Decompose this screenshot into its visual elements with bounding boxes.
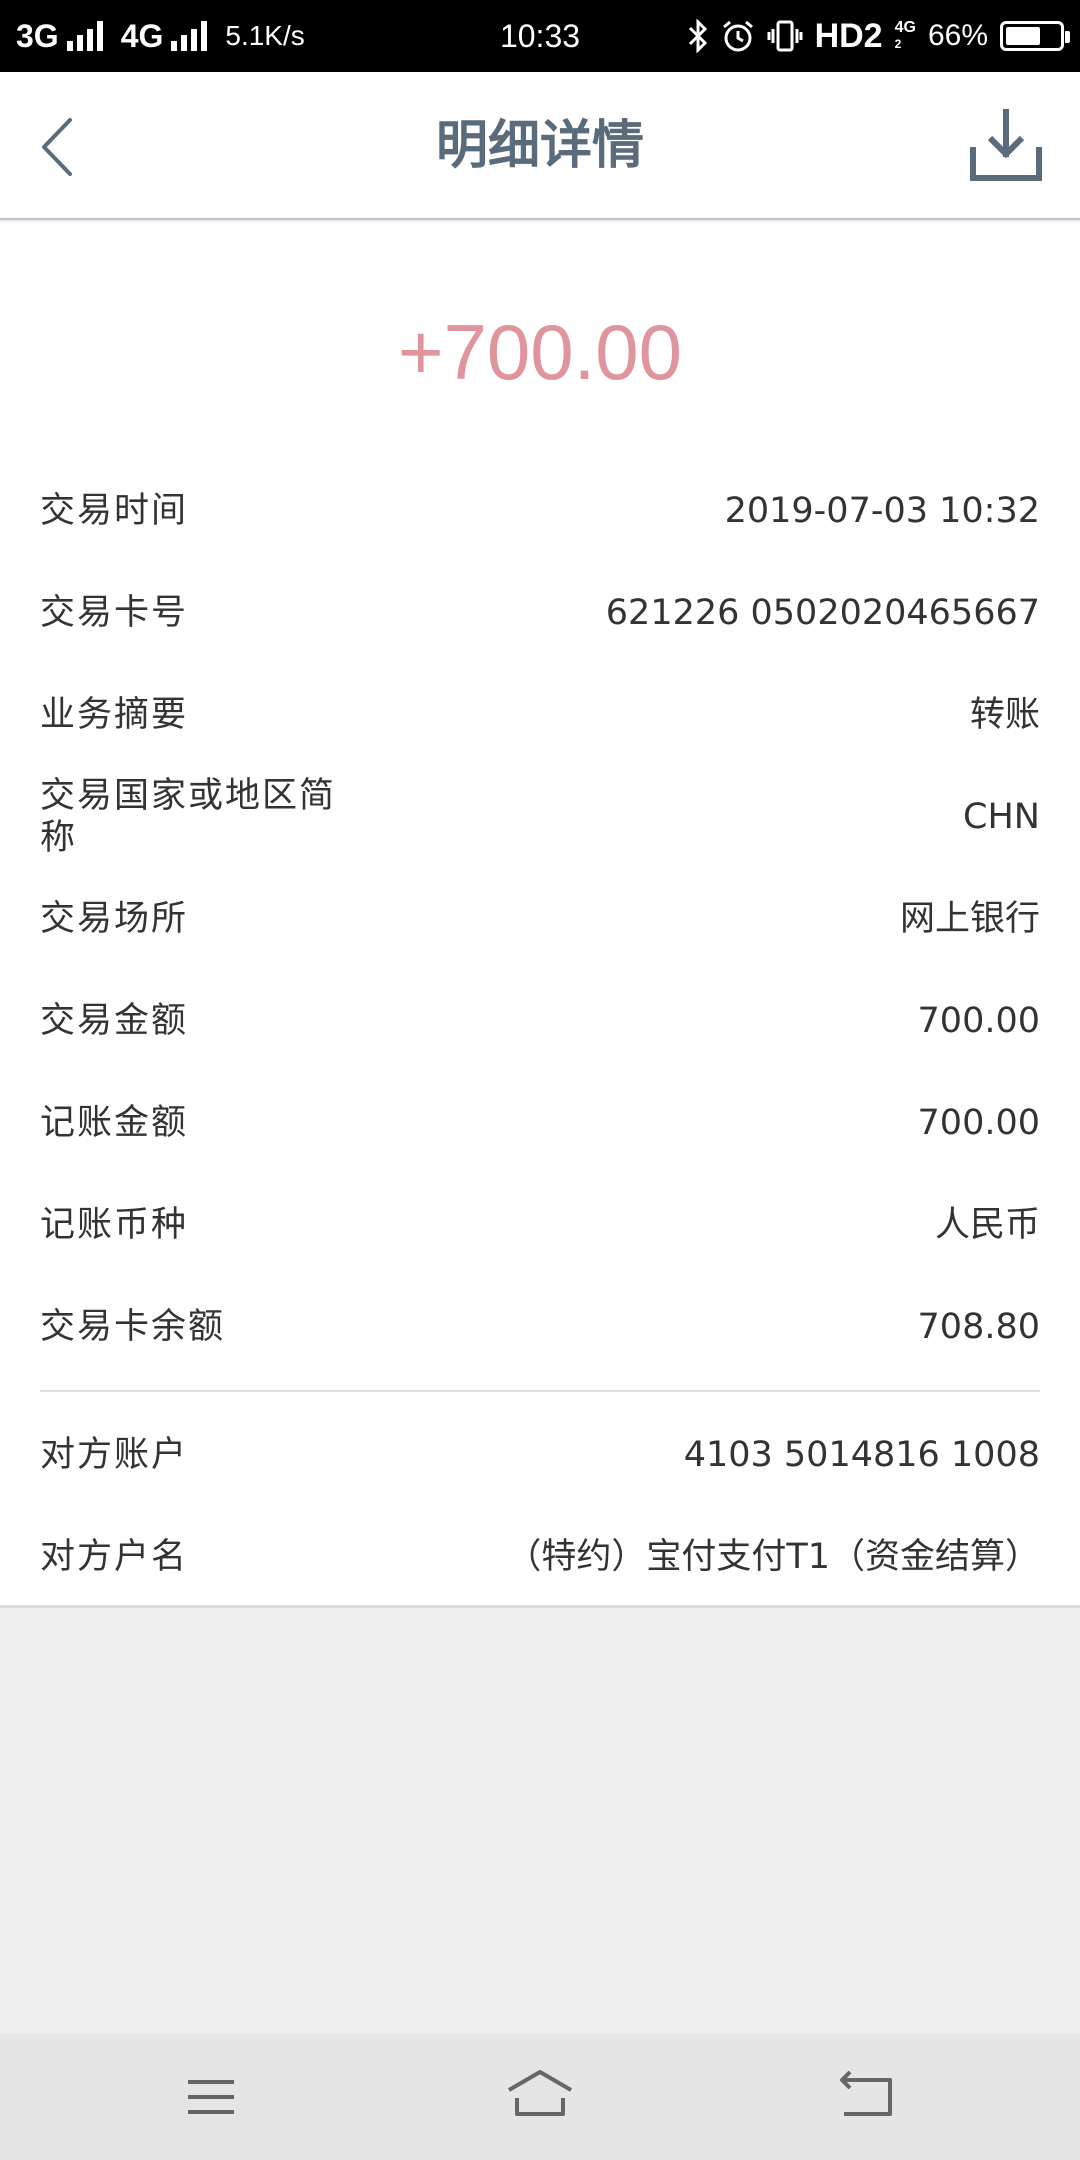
bluetooth-icon (688, 19, 707, 53)
system-nav-bar (0, 2034, 1080, 2160)
row-label: 记账金额 (40, 1103, 189, 1143)
status-bar: 3G 4G 5.1K/s 10:33 HD2 4G 2 66% (0, 0, 1080, 72)
app-header: 明细详情 (0, 72, 1080, 220)
detail-row-location: 交易场所 网上银行 (40, 868, 1040, 970)
detail-row-posted-amount: 记账金额 700.00 (40, 1072, 1040, 1174)
battery-percent: 66% (927, 19, 988, 52)
transaction-detail: +700.00 交易时间 2019-07-03 10:32 交易卡号 62122… (0, 222, 1080, 1608)
row-label: 对方账户 (40, 1435, 189, 1475)
detail-row-country: 交易国家或地区简称 CHN (40, 766, 1040, 868)
row-value: 人民币 (934, 1205, 1040, 1245)
row-value: 621226 0502020465667 (605, 593, 1040, 633)
row-label: 交易场所 (40, 899, 189, 939)
network-4g2-sub: 2 (894, 37, 902, 51)
download-icon (970, 109, 1042, 181)
hd-label: HD2 (814, 16, 883, 55)
home-icon (507, 2070, 573, 2116)
detail-row-counterparty-account: 对方账户 4103 5014816 1008 (40, 1404, 1040, 1506)
page-title: 明细详情 (435, 116, 644, 176)
battery-level (1006, 27, 1040, 45)
network-4g2-label: 4G (894, 19, 916, 36)
row-label: 交易金额 (40, 1001, 189, 1041)
transaction-amount: +700.00 (397, 308, 683, 396)
row-label: 交易卡号 (40, 593, 189, 633)
row-label: 交易国家或地区简称 (40, 776, 337, 858)
row-label: 记账币种 (40, 1205, 189, 1245)
detail-row-amount: 交易金额 700.00 (40, 970, 1040, 1072)
row-value: 网上银行 (899, 899, 1040, 939)
row-value: 708.80 (917, 1307, 1040, 1347)
detail-row-card: 交易卡号 621226 0502020465667 (40, 562, 1040, 664)
menu-button[interactable] (176, 2064, 246, 2130)
row-label: 交易时间 (40, 491, 189, 531)
detail-row-summary: 业务摘要 转账 (40, 664, 1040, 766)
row-label: 业务摘要 (40, 695, 189, 735)
detail-row-time: 交易时间 2019-07-03 10:32 (40, 460, 1040, 562)
status-right: HD2 4G 2 66% (687, 14, 1070, 58)
return-button[interactable] (834, 2064, 904, 2130)
alarm-icon (722, 20, 753, 52)
detail-row-counterparty-name: 对方户名 （特约）宝付支付T1（资金结算） (40, 1506, 1040, 1608)
row-label: 交易卡余额 (40, 1307, 226, 1347)
divider (40, 1390, 1040, 1392)
vibrate-icon (767, 20, 803, 52)
detail-row-balance: 交易卡余额 708.80 (40, 1276, 1040, 1378)
menu-icon (188, 2080, 234, 2114)
row-value: CHN (963, 797, 1040, 837)
home-button[interactable] (505, 2064, 575, 2130)
return-icon (840, 2070, 892, 2116)
download-button[interactable] (968, 108, 1044, 184)
battery-icon (1000, 21, 1070, 51)
detail-row-currency: 记账币种 人民币 (40, 1174, 1040, 1276)
row-value: 700.00 (917, 1001, 1040, 1041)
network-4g2-icon: 4G 2 (895, 20, 916, 52)
row-value: 4103 5014816 1008 (683, 1435, 1040, 1475)
row-value: 转账 (969, 695, 1040, 735)
row-value: 2019-07-03 10:32 (724, 491, 1040, 531)
row-value: 700.00 (917, 1103, 1040, 1143)
row-value: （特约）宝付支付T1（资金结算） (506, 1537, 1040, 1577)
row-label: 对方户名 (40, 1537, 189, 1577)
